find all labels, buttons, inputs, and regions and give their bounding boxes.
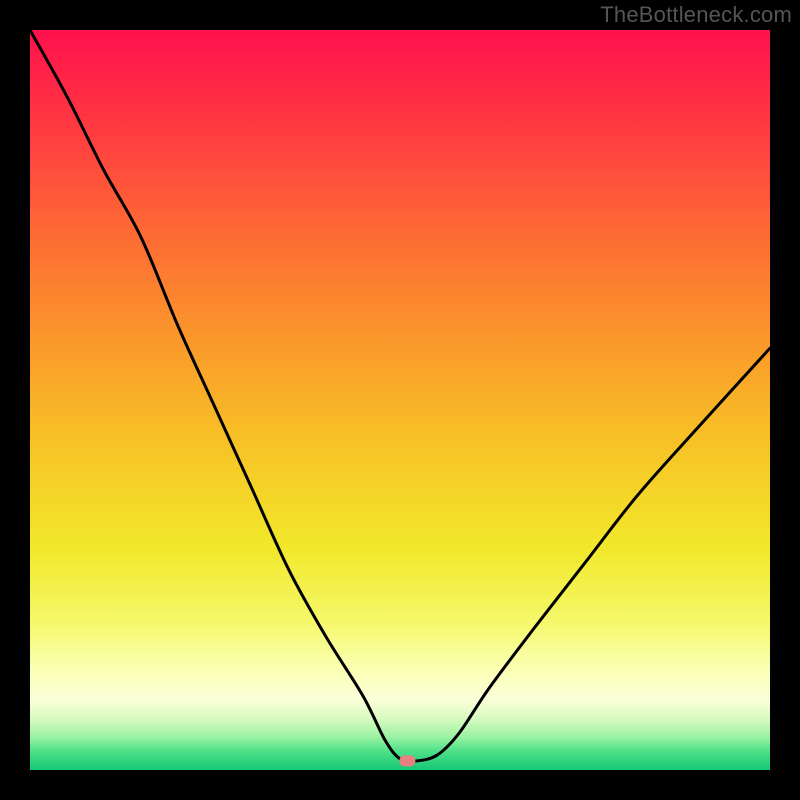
chart-frame: TheBottleneck.com (0, 0, 800, 800)
watermark-text: TheBottleneck.com (600, 2, 792, 28)
optimal-marker (399, 755, 415, 766)
chart-background (30, 30, 770, 770)
bottleneck-chart (30, 30, 770, 770)
